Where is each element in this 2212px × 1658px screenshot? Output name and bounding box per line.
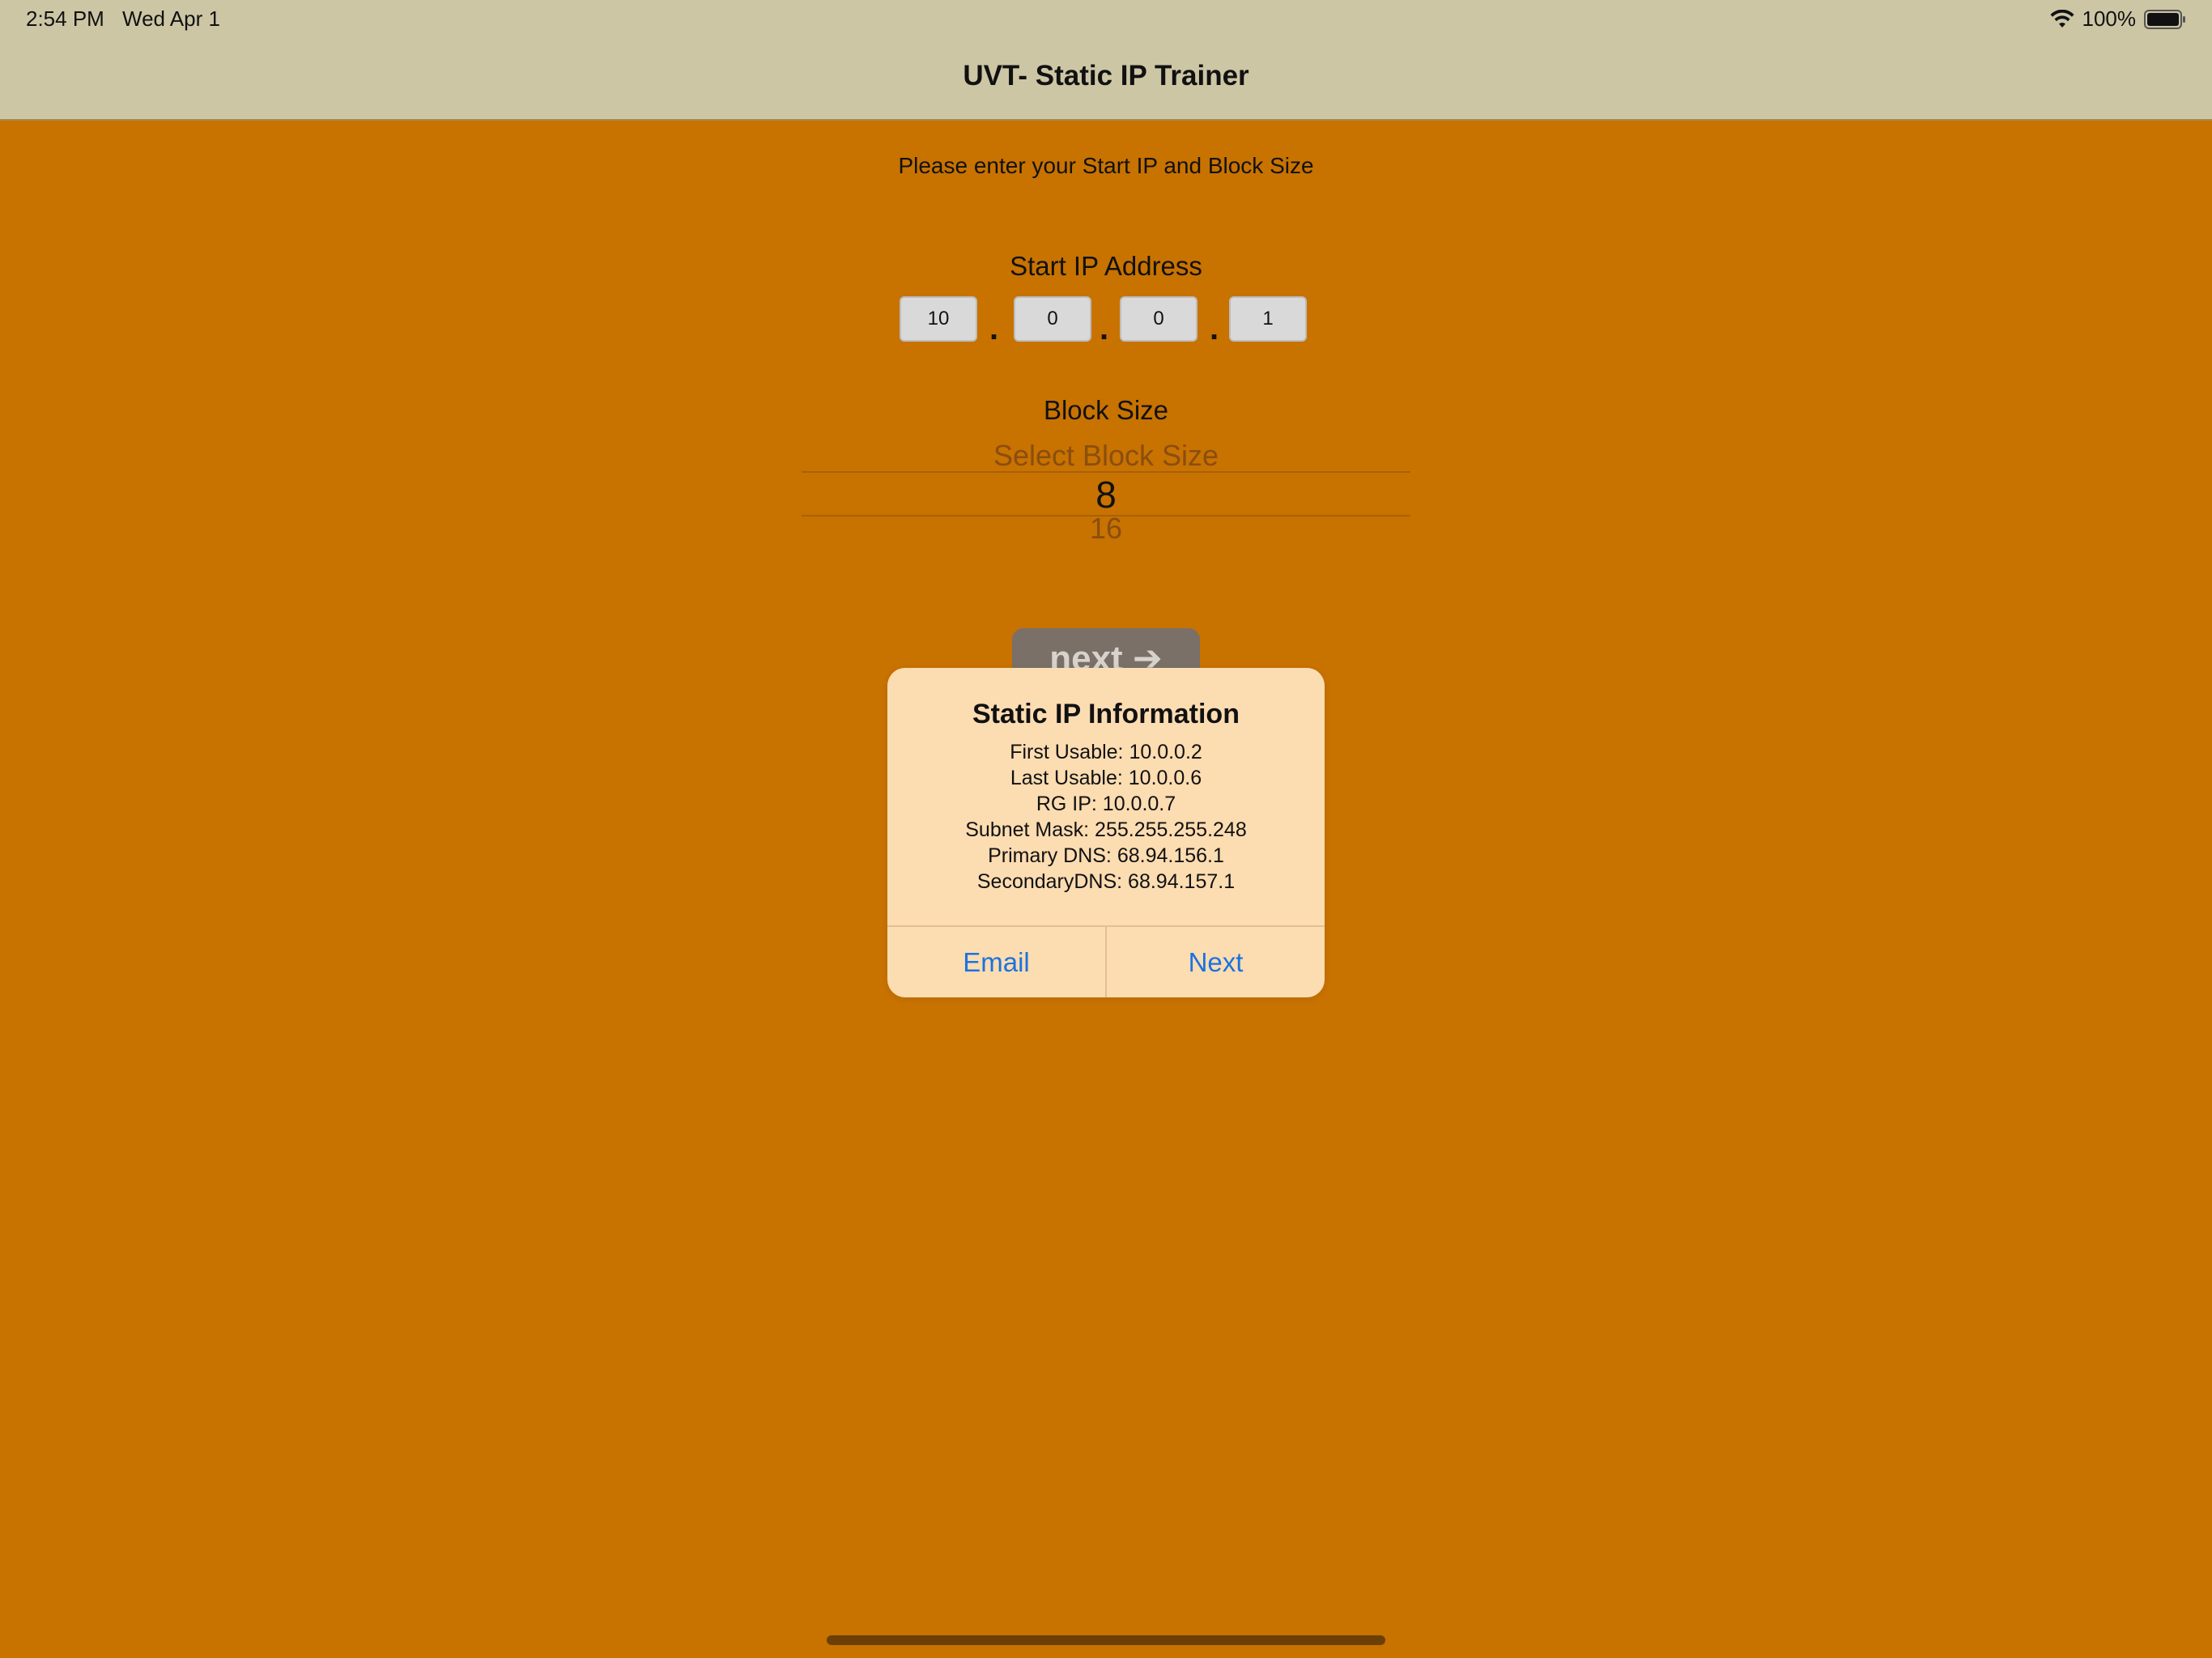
static-ip-info-alert: Static IP Information First Usable: 10.0…: [887, 668, 1325, 997]
alert-title: Static IP Information: [972, 699, 1240, 729]
subnet-mask-text: Subnet Mask: 255.255.255.248: [965, 818, 1247, 841]
alert-message: First Usable: 10.0.0.2 Last Usable: 10.0…: [887, 739, 1325, 895]
last-usable-text: Last Usable: 10.0.0.6: [1010, 767, 1202, 789]
secondary-dns-text: SecondaryDNS: 68.94.157.1: [976, 870, 1236, 893]
home-indicator[interactable]: [827, 1635, 1385, 1645]
email-button[interactable]: Email: [887, 927, 1105, 997]
primary-dns-text: Primary DNS: 68.94.156.1: [988, 844, 1224, 867]
first-usable-text: First Usable: 10.0.0.2: [1010, 741, 1202, 763]
rg-ip-text: RG IP: 10.0.0.7: [1036, 793, 1176, 815]
alert-next-button[interactable]: Next: [1107, 927, 1325, 997]
